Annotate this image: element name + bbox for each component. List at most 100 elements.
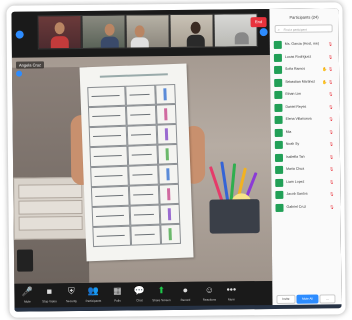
participant-thumbnail[interactable]	[169, 13, 214, 49]
toolbar-security-button[interactable]: ⛨ Security	[60, 286, 82, 308]
microphone-icon: 🎤	[21, 286, 34, 297]
muted-microphone-icon[interactable]: 🎙	[328, 66, 333, 71]
background-object	[16, 249, 34, 272]
more-options-button[interactable]: ...	[319, 294, 336, 304]
participant-name: Sofia Ramos	[285, 66, 306, 71]
participant-row[interactable]: Jacob Santos 🎙	[273, 188, 338, 201]
toolbar-reactions-button[interactable]: ☺ Reactions	[198, 285, 220, 307]
reactions-icon: ☺	[204, 284, 215, 295]
muted-microphone-icon[interactable]: 🎙	[328, 79, 333, 84]
worksheet-paper	[79, 63, 194, 262]
drawing-stroke	[164, 108, 168, 121]
muted-microphone-icon[interactable]: 🎙	[329, 154, 334, 159]
toolbar-share-screen-button[interactable]: ⬆ Share Screen	[150, 285, 172, 307]
participant-thumbnail[interactable]	[81, 14, 126, 49]
participant-row[interactable]: Ms. Garcia (Host, me) 🎙	[272, 38, 337, 51]
toolbar-label: Mute	[24, 299, 31, 304]
toolbar-label: Stop Video	[42, 299, 57, 304]
end-meeting-button[interactable]: End	[250, 17, 267, 28]
toolbar-mute-button[interactable]: 🎤 Mute	[16, 286, 38, 308]
more-icon: •••	[226, 284, 237, 295]
participant-name: Mia	[285, 129, 292, 134]
muted-microphone-icon[interactable]: 🎙	[328, 116, 333, 121]
participant-name: Ethan Lim	[285, 91, 302, 96]
muted-microphone-icon[interactable]: 🎙	[329, 141, 334, 146]
muted-microphone-icon[interactable]: 🎙	[328, 54, 333, 59]
video-camera-icon: ■	[46, 286, 53, 297]
toolbar-label: Polls	[114, 298, 121, 303]
avatar	[275, 178, 284, 187]
muted-microphone-icon[interactable]: 🎙	[328, 104, 333, 109]
participant-name: Lucas Rodriguez	[284, 54, 312, 59]
toolbar-record-button[interactable]: ● Record	[174, 285, 196, 307]
mute-all-button[interactable]: Mute All	[296, 294, 319, 304]
avatar	[274, 65, 283, 74]
muted-microphone-icon[interactable]: 🎙	[328, 91, 333, 96]
background-shelf	[13, 176, 88, 240]
toolbar-label: More	[228, 297, 235, 302]
participant-row[interactable]: Gabriel Cruz 🎙	[273, 201, 338, 214]
chat-icon: 💬	[133, 285, 146, 296]
toolbar-chat-button[interactable]: 💬 Chat	[128, 285, 150, 307]
avatar	[274, 103, 283, 112]
recording-indicator-icon	[16, 70, 23, 77]
avatar	[273, 40, 282, 49]
avatar	[274, 115, 283, 124]
participant-name: Daniel Reyes	[285, 104, 307, 109]
muted-microphone-icon[interactable]: 🎙	[329, 204, 334, 209]
avatar	[274, 140, 283, 149]
toolbar-label: Reactions	[202, 297, 217, 302]
participant-row[interactable]: Isabella Tan 🎙	[273, 151, 338, 164]
drawing-stroke	[163, 88, 167, 101]
participant-thumbnail[interactable]	[125, 14, 170, 49]
raised-hand-icon: ✋	[322, 78, 328, 84]
shield-icon: ⛨	[67, 286, 75, 297]
participant-row[interactable]: Noah Sy 🎙	[273, 138, 338, 151]
toolbar-label: Participants	[85, 298, 102, 303]
active-speaker-video[interactable]: Angela Cruz	[11, 55, 273, 284]
toolbar-label: Chat	[136, 298, 143, 303]
avatar	[274, 153, 284, 162]
toolbar-stop-video-button[interactable]: ■ Stop Video	[38, 286, 60, 308]
avatar	[274, 78, 283, 87]
avatar	[274, 128, 283, 137]
toolbar-participants-button[interactable]: 👥 Participants	[82, 286, 104, 308]
gallery-next-button[interactable]	[259, 28, 268, 37]
participant-row[interactable]: Sofia Ramos ✋ 🎙	[272, 63, 337, 76]
drawing-stroke	[166, 188, 171, 201]
muted-microphone-icon[interactable]: 🎙	[329, 191, 334, 196]
invite-button[interactable]: Invite	[276, 294, 296, 304]
participant-row[interactable]: Sebastian Martinez ✋ 🎙	[272, 76, 337, 89]
toolbar-label: Share Screen	[152, 298, 171, 303]
drawing-stroke	[164, 128, 169, 141]
muted-microphone-icon[interactable]: 🎙	[329, 129, 334, 134]
toolbar-polls-button[interactable]: ▦ Polls	[106, 286, 128, 308]
drawing-stroke	[166, 168, 170, 181]
participant-name: Liam Lopez	[286, 179, 305, 184]
gallery-prev-button[interactable]	[15, 30, 24, 39]
participant-row[interactable]: Lucas Rodriguez 🎙	[272, 51, 337, 64]
muted-microphone-icon[interactable]: 🎙	[329, 179, 334, 184]
participant-row[interactable]: Mia 🎙	[273, 126, 338, 139]
participant-thumbnail[interactable]	[37, 14, 82, 50]
participant-row[interactable]: Maria Chua 🎙	[273, 163, 338, 176]
participant-name: Gabriel Cruz	[286, 204, 307, 209]
participant-row[interactable]: Ethan Lim 🎙	[272, 88, 337, 101]
drawing-stroke	[168, 228, 172, 241]
participant-name: Sebastian Martinez	[285, 79, 316, 84]
participants-list: Ms. Garcia (Host, me) 🎙 Lucas Rodriguez 🎙 So…	[272, 38, 339, 214]
search-icon: ⌕	[277, 26, 280, 32]
toolbar-more-button[interactable]: ••• More	[220, 284, 242, 306]
participants-panel-title: Participants (24)	[289, 14, 319, 20]
participant-row[interactable]: Liam Lopez 🎙	[273, 176, 338, 189]
avatar	[273, 53, 282, 62]
participant-row[interactable]: Daniel Reyes 🎙	[272, 101, 337, 114]
toolbar-label: Security	[66, 299, 77, 304]
avatar	[275, 190, 284, 199]
muted-microphone-icon[interactable]: 🎙	[329, 166, 334, 171]
avatar	[275, 165, 284, 174]
muted-microphone-icon[interactable]: 🎙	[328, 41, 333, 46]
participant-search-input[interactable]: ⌕ Find a participant	[274, 24, 333, 33]
participant-row[interactable]: Elena Villanueva 🎙	[273, 113, 338, 126]
drawing-stroke	[165, 148, 169, 161]
